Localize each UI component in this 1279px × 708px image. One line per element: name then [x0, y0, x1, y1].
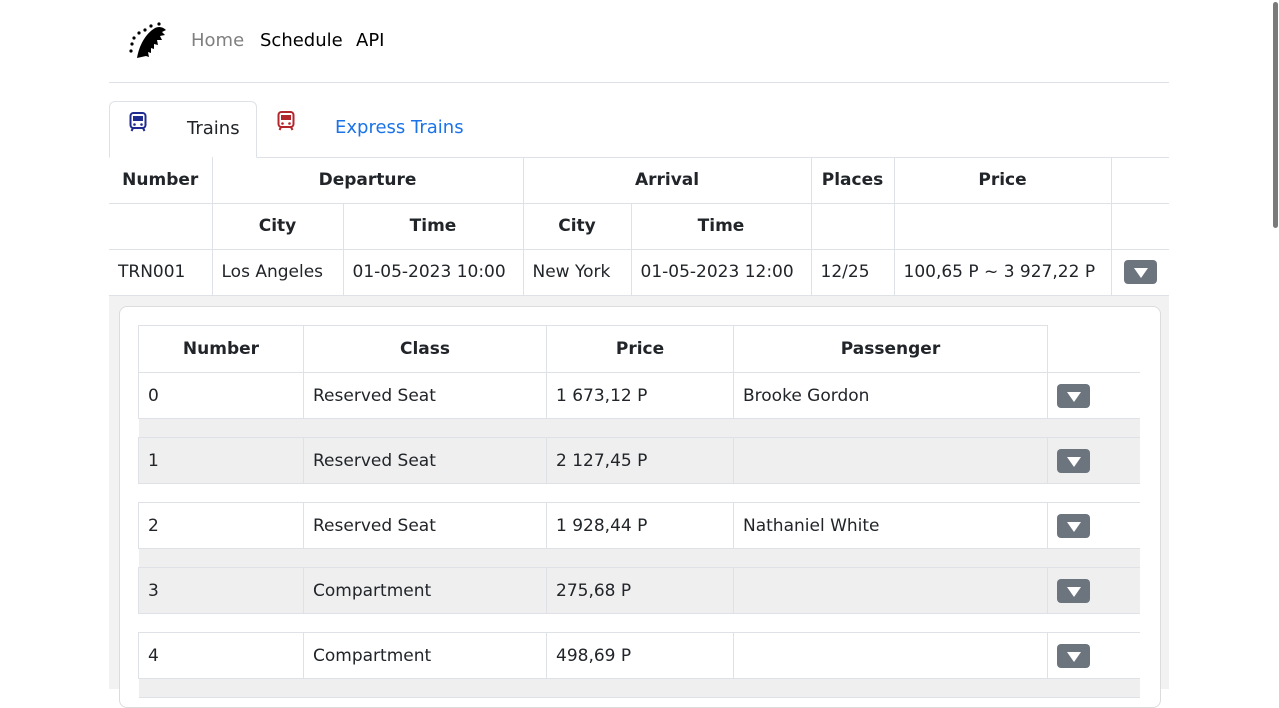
subheader-empty: [810, 202, 895, 250]
train-departure-time: 01-05-2023 10:00: [342, 248, 524, 296]
seat-number: 0: [138, 372, 304, 419]
seats-header-actions: [1047, 325, 1140, 373]
seat-passenger: [733, 632, 1048, 679]
seat-detail-cell: [138, 418, 1140, 438]
seat-number: 3: [138, 567, 304, 614]
seats-header-passenger: Passenger: [733, 325, 1048, 373]
nav-home-link[interactable]: Home: [191, 30, 244, 52]
subheader-departure-time: Time: [342, 202, 524, 250]
header-actions: [1110, 157, 1170, 204]
train-price: 100,65 P ~ 3 927,22 P: [893, 248, 1112, 296]
seat-class: Reserved Seat: [303, 437, 547, 484]
seat-expand-button[interactable]: [1057, 578, 1090, 603]
seat-price: 1 928,44 P: [546, 502, 734, 549]
seat-expand-button[interactable]: [1057, 448, 1090, 473]
seat-actions-cell: [1047, 437, 1140, 484]
header-number: Number: [109, 157, 213, 204]
seat-price: 1 673,12 P: [546, 372, 734, 419]
seats-header-row: Number Class Price Passenger: [138, 325, 1140, 373]
seat-actions-cell: [1047, 632, 1140, 679]
seat-price: 275,68 P: [546, 567, 734, 614]
train-row: TRN001 Los Angeles 01-05-2023 10:00 New …: [109, 248, 1170, 296]
trains-table: Number Departure Arrival Places Price Ci…: [109, 157, 1170, 296]
navbar: Home Schedule API: [109, 0, 1169, 83]
seat-row: 3 Compartment 275,68 P: [138, 567, 1140, 614]
tab-express-trains-label: Express Trains: [335, 117, 464, 138]
seats-header-class: Class: [303, 325, 547, 373]
seat-expand-button[interactable]: [1057, 513, 1090, 538]
seat-detail-row: [138, 483, 1140, 503]
seat-detail-row: [138, 678, 1140, 698]
seat-detail-cell: [138, 483, 1140, 503]
seat-actions-cell: [1047, 567, 1140, 614]
train-arrival-time: 01-05-2023 12:00: [630, 248, 812, 296]
page-scrollbar-thumb[interactable]: [1273, 2, 1278, 228]
tab-trains[interactable]: Trains: [109, 101, 257, 158]
seat-detail-row: [138, 418, 1140, 438]
header-arrival: Arrival: [522, 157, 812, 204]
subheader-empty: [1110, 202, 1170, 250]
seat-class: Reserved Seat: [303, 502, 547, 549]
seat-row: 1 Reserved Seat 2 127,45 P: [138, 437, 1140, 484]
page-scrollbar[interactable]: [1271, 0, 1279, 689]
seat-class: Reserved Seat: [303, 372, 547, 419]
seat-class: Compartment: [303, 567, 547, 614]
seat-number: 4: [138, 632, 304, 679]
seat-detail-cell: [138, 678, 1140, 698]
train-details-panel: Number Class Price Passenger 0 Reserved …: [109, 296, 1169, 708]
header-departure: Departure: [211, 157, 524, 204]
seat-detail-cell: [138, 548, 1140, 568]
subheader-empty: [893, 202, 1112, 250]
seat-detail-row: [138, 548, 1140, 568]
train-departure-city: Los Angeles: [211, 248, 344, 296]
nav-schedule-link[interactable]: Schedule: [260, 30, 343, 52]
train-actions-cell: [1110, 248, 1170, 296]
seat-row: 0 Reserved Seat 1 673,12 P Brooke Gordon: [138, 372, 1140, 419]
seat-actions-cell: [1047, 372, 1140, 419]
tab-express-trains[interactable]: Express Trains: [257, 101, 477, 157]
seat-price: 498,69 P: [546, 632, 734, 679]
express-train-icon: [277, 111, 295, 131]
seat-number: 2: [138, 502, 304, 549]
header-price: Price: [893, 157, 1112, 204]
subheader-arrival-city: City: [522, 202, 632, 250]
seat-passenger: [733, 437, 1048, 484]
train-arrival-city: New York: [522, 248, 632, 296]
seat-passenger: [733, 567, 1048, 614]
seat-row: 4 Compartment 498,69 P: [138, 632, 1140, 679]
train-type-tabs: Trains Express Trains: [109, 101, 1169, 158]
subheader-arrival-time: Time: [630, 202, 812, 250]
seat-number: 1: [138, 437, 304, 484]
seat-expand-button[interactable]: [1057, 643, 1090, 668]
seat-actions-cell: [1047, 502, 1140, 549]
train-number: TRN001: [109, 248, 213, 296]
table-subheader-row: City Time City Time: [109, 202, 1170, 250]
nav-api-link[interactable]: API: [356, 30, 384, 52]
seat-class: Compartment: [303, 632, 547, 679]
seat-detail-row: [138, 613, 1140, 633]
seats-table-wrapper[interactable]: Number Class Price Passenger 0 Reserved …: [138, 325, 1140, 698]
seats-table: Number Class Price Passenger 0 Reserved …: [138, 325, 1140, 698]
logo-icon[interactable]: [129, 22, 169, 60]
table-header-row: Number Departure Arrival Places Price: [109, 157, 1170, 204]
seats-header-price: Price: [546, 325, 734, 373]
seat-expand-button[interactable]: [1057, 383, 1090, 408]
train-expand-button[interactable]: [1123, 260, 1157, 284]
seat-passenger: Nathaniel White: [733, 502, 1048, 549]
subheader-departure-city: City: [211, 202, 344, 250]
seats-card: Number Class Price Passenger 0 Reserved …: [119, 306, 1161, 708]
seat-detail-cell: [138, 613, 1140, 633]
seat-passenger: Brooke Gordon: [733, 372, 1048, 419]
seat-price: 2 127,45 P: [546, 437, 734, 484]
header-places: Places: [810, 157, 895, 204]
tab-trains-label: Trains: [187, 118, 240, 139]
train-places: 12/25: [810, 248, 895, 296]
seat-row: 2 Reserved Seat 1 928,44 P Nathaniel Whi…: [138, 502, 1140, 549]
subheader-empty: [109, 202, 213, 250]
train-icon: [129, 112, 147, 132]
seats-header-number: Number: [138, 325, 304, 373]
